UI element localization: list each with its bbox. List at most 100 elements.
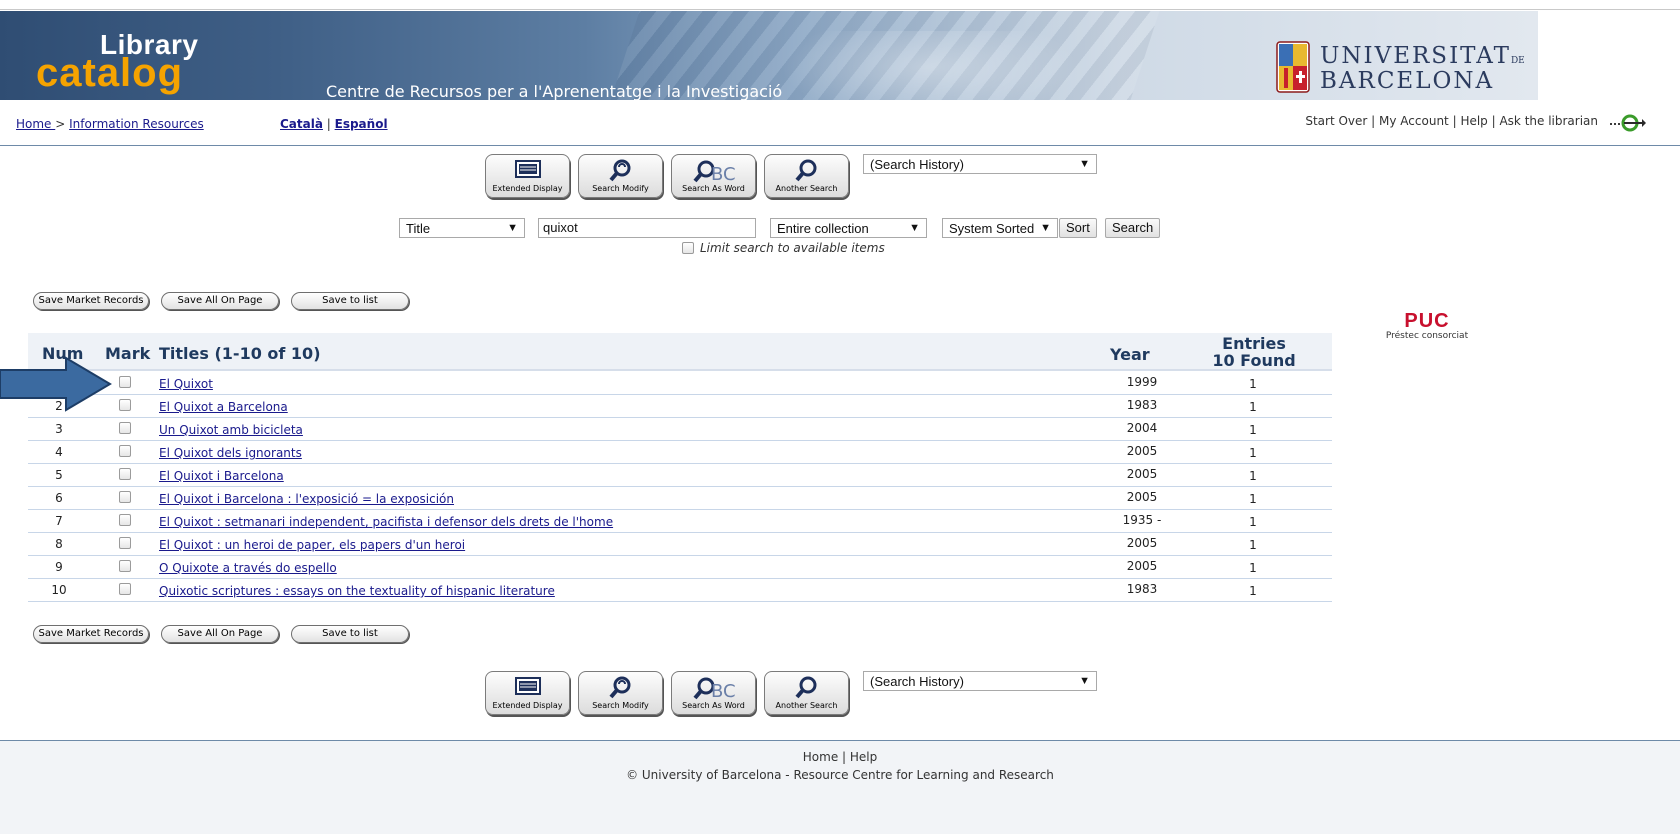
puc-logo: PUC: [1404, 310, 1450, 332]
search-modify-button[interactable]: Search Modify: [578, 671, 663, 715]
puc-consortium-link[interactable]: PUC Préstec consorciat: [1374, 310, 1480, 341]
extended-display-button[interactable]: Extended Display: [485, 671, 570, 715]
search-field-select[interactable]: Title ▼: [399, 218, 525, 238]
title-link[interactable]: Un Quixot amb bicicleta: [159, 423, 303, 437]
breadcrumb-information-resources-link[interactable]: Information Resources: [69, 117, 204, 131]
title-link[interactable]: El Quixot i Barcelona: [159, 469, 284, 483]
lang-catala-link[interactable]: Català: [280, 117, 323, 131]
banner-subtitle: Centre de Recursos per a l'Aprenentatge …: [326, 82, 783, 100]
collection-select[interactable]: Entire collection ▼: [770, 218, 927, 238]
save-to-list-button[interactable]: Save to list: [291, 292, 409, 310]
mark-checkbox[interactable]: [119, 514, 131, 526]
mark-checkbox[interactable]: [119, 560, 131, 572]
title-cell: El Quixot a Barcelona: [159, 400, 288, 414]
help-link[interactable]: Help: [1460, 114, 1487, 128]
row-number: 5: [55, 468, 63, 482]
title-link[interactable]: O Quixote a través do espello: [159, 561, 337, 575]
logout-arrow-icon[interactable]: [1610, 112, 1646, 132]
magnifier-icon: [794, 159, 816, 182]
table-row: 1El Quixot19991: [28, 372, 1332, 395]
entries-cell: 1: [1249, 423, 1257, 437]
another-search-button[interactable]: Another Search: [764, 154, 849, 198]
title-cell: Un Quixot amb bicicleta: [159, 423, 303, 437]
search-input[interactable]: quixot: [538, 218, 756, 238]
my-account-link[interactable]: My Account: [1379, 114, 1449, 128]
dropdown-arrow-icon: ▼: [1040, 222, 1051, 234]
search-history-select[interactable]: (Search History) ▼: [863, 671, 1097, 691]
mark-checkbox[interactable]: [119, 399, 131, 411]
save-all-on-page-button[interactable]: Save All On Page: [161, 292, 279, 310]
footer-links: Home | Help: [802, 750, 878, 764]
dropdown-arrow-icon: ▼: [507, 222, 518, 234]
search-modify-button[interactable]: Search Modify: [578, 154, 663, 198]
lang-espanol-link[interactable]: Español: [335, 117, 388, 131]
table-row: 3 Un Quixot amb bicicleta 2004 1: [28, 418, 1332, 441]
mark-checkbox[interactable]: [119, 583, 131, 595]
mark-checkbox[interactable]: [119, 491, 131, 503]
footer-home-link[interactable]: Home: [803, 750, 838, 764]
save-all-on-page-button[interactable]: Save All On Page: [161, 625, 279, 643]
title-link[interactable]: El Quixot dels ignorants: [159, 446, 302, 460]
mark-checkbox[interactable]: [119, 445, 131, 457]
university-shield-icon: [1276, 41, 1310, 93]
university-name[interactable]: UNIVERSITATDE BARCELONA: [1320, 45, 1525, 93]
year-cell: 1935 -: [1122, 513, 1162, 527]
mark-checkbox[interactable]: [119, 422, 131, 434]
table-row: 9 O Quixote a través do espello 2005 1: [28, 556, 1332, 579]
another-search-button[interactable]: Another Search: [764, 671, 849, 715]
logo-catalog-text[interactable]: catalog: [36, 51, 183, 96]
ask-librarian-link[interactable]: Ask the librarian: [1499, 114, 1598, 128]
save-buttons-top: Save Market Records Save All On Page Sav…: [33, 292, 409, 310]
search-as-word-button[interactable]: BC Search As Word: [671, 671, 756, 715]
table-row: 8 El Quixot : un heroi de paper, els pape…: [28, 533, 1332, 556]
title-link[interactable]: El Quixot: [159, 377, 213, 391]
search-button[interactable]: Search: [1105, 218, 1161, 238]
title-cell: El Quixot i Barcelona : l'exposició = la…: [159, 492, 454, 506]
extended-display-button[interactable]: Extended Display: [485, 154, 570, 198]
breadcrumb-home-link[interactable]: Home: [16, 117, 55, 131]
row-number: 7: [55, 514, 63, 528]
year-cell: 1983: [1126, 398, 1158, 412]
title-cell: El Quixot: [159, 377, 213, 391]
save-to-list-button[interactable]: Save to list: [291, 625, 409, 643]
table-row: 5 El Quixot i Barcelona 2005 1: [28, 464, 1332, 487]
year-cell: 2005: [1126, 490, 1158, 504]
save-marked-records-button[interactable]: Save Market Records: [33, 292, 149, 310]
save-marked-records-button[interactable]: Save Market Records: [33, 625, 149, 643]
limit-available-label: Limit search to available items: [700, 241, 885, 255]
title-link[interactable]: El Quixot i Barcelona : l'exposició = la…: [159, 492, 454, 506]
start-over-link[interactable]: Start Over: [1305, 114, 1367, 128]
title-link[interactable]: El Quixot a Barcelona: [159, 400, 288, 414]
row-number: 9: [55, 560, 63, 574]
sort-order-select[interactable]: System Sorted ▼: [942, 218, 1058, 238]
title-link[interactable]: Quixotic scriptures : essays on the text…: [159, 584, 555, 598]
save-buttons-bottom: Save Market Records Save All On Page Sav…: [33, 625, 409, 643]
col-year-header: Year: [1110, 345, 1150, 364]
title-link[interactable]: El Quixot : setmanari independent, pacif…: [159, 515, 613, 529]
col-entries-header: Entries 10 Found: [1212, 334, 1296, 370]
svg-text:BC: BC: [711, 681, 736, 702]
entries-cell: 1: [1249, 492, 1257, 506]
footer-help-link[interactable]: Help: [850, 750, 877, 764]
header-banner: Library catalog Centre de Recursos per a…: [0, 11, 1538, 100]
year-cell: 1983: [1126, 582, 1158, 596]
monitor-icon: [514, 160, 541, 178]
breadcrumb: Home > Information Resources: [16, 117, 204, 131]
row-number: 8: [55, 537, 63, 551]
table-row: 7 El Quixot : setmanari independent, paci…: [28, 510, 1332, 533]
limit-available-checkbox[interactable]: [682, 242, 694, 254]
page-footer: Home | Help © University of Barcelona - …: [0, 740, 1680, 834]
mark-checkbox[interactable]: [119, 376, 131, 388]
entries-cell: 1: [1249, 515, 1257, 529]
account-links: Start Over | My Account | Help | Ask the…: [1305, 114, 1598, 128]
search-history-select[interactable]: (Search History) ▼: [863, 154, 1097, 174]
table-row: 10 Quixotic scriptures : essays on the te…: [28, 579, 1332, 602]
title-link[interactable]: El Quixot : un heroi de paper, els paper…: [159, 538, 465, 552]
search-as-word-button[interactable]: BC Search As Word: [671, 154, 756, 198]
entries-cell: 1: [1249, 377, 1257, 391]
mark-checkbox[interactable]: [119, 468, 131, 480]
magnifier-icon: [794, 676, 816, 699]
row-number: 3: [55, 422, 63, 436]
mark-checkbox[interactable]: [119, 537, 131, 549]
sort-button[interactable]: Sort: [1059, 218, 1097, 238]
